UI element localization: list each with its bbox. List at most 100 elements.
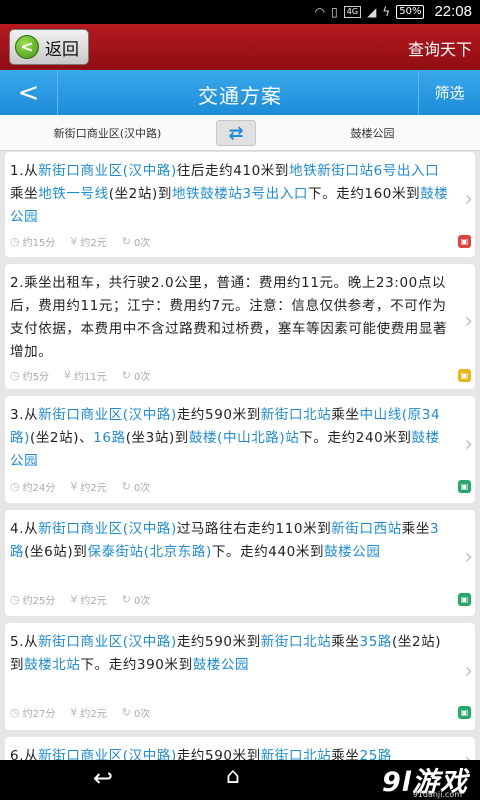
route-text: 下。走约390米到	[80, 657, 193, 673]
route-card[interactable]: 1.从新街口商业区(汉中路)往后走约410米到地铁新街口站6号出入口乘坐地铁一号…	[5, 152, 475, 257]
origin-label[interactable]: 新街口商业区(汉中路)	[0, 125, 215, 141]
route-text: 下。走约240米到	[299, 430, 412, 446]
route-text: 过马路往右走约110米到	[176, 521, 332, 537]
chevron-right-icon: ›	[464, 545, 473, 570]
route-text: (坐3站)到	[125, 430, 189, 446]
route-bar: 新街口商业区(汉中路) ⇄ 鼓楼公园	[0, 115, 480, 151]
route-text: 下。走约440米到	[211, 544, 325, 560]
chevron-right-icon: ›	[464, 432, 473, 457]
time-estimate: 约25分	[22, 596, 56, 607]
chevron-right-icon: ›	[464, 749, 473, 760]
route-place-link[interactable]: 鼓楼(中山北路)站	[189, 430, 299, 446]
transfer-icon: ↻	[121, 369, 131, 382]
transfer-icon: ↻	[121, 480, 131, 493]
route-text: 乘坐	[10, 186, 39, 202]
back-arrow-icon: <	[15, 35, 39, 59]
wifi-icon: ◠	[314, 4, 326, 19]
route-place-link[interactable]: 保泰街站(北京东路)	[87, 544, 212, 560]
route-place-link[interactable]: 新街口北站	[261, 407, 332, 423]
transfer-icon: ↻	[121, 593, 131, 606]
sim-icon: ▯	[331, 4, 338, 19]
fare-estimate: 约2元	[80, 238, 107, 249]
clock-icon: ◷	[10, 593, 20, 606]
fare-icon: ¥	[70, 480, 78, 493]
route-card[interactable]: 3.从新街口商业区(汉中路)走约590米到新街口北站乘坐中山线(原34路)(坐2…	[5, 396, 475, 503]
battery-level: 50%	[396, 4, 425, 19]
route-description: 6.从新街口商业区(汉中路)走约590米到新街口北站乘坐25路	[10, 745, 450, 760]
fare-icon: ¥	[63, 369, 71, 382]
route-text: (坐2站)到	[108, 186, 172, 202]
route-text: 1.从	[10, 163, 39, 179]
route-list[interactable]: 1.从新街口商业区(汉中路)往后走约410米到地铁新街口站6号出入口乘坐地铁一号…	[0, 151, 480, 760]
clock: 22:08	[434, 3, 472, 20]
time-estimate: 约27分	[22, 709, 56, 720]
title-bar: < 交通方案 筛选	[0, 70, 480, 115]
back-button[interactable]: < 返回	[9, 29, 89, 65]
route-text: 往后走约410米到	[176, 163, 289, 179]
route-description: 3.从新街口商业区(汉中路)走约590米到新街口北站乘坐中山线(原34路)(坐2…	[10, 404, 450, 473]
bus-icon: ▣	[458, 593, 471, 606]
route-meta: ◷ 约25分 ¥ 约2元 ↻ 0次	[10, 592, 150, 607]
fare-estimate: 约11元	[73, 372, 107, 383]
transfer-icon: ↻	[121, 235, 131, 248]
route-place-link[interactable]: 地铁一号线	[38, 186, 109, 202]
route-place-link[interactable]: 35路	[360, 634, 392, 650]
route-place-link[interactable]: 16路	[93, 430, 125, 446]
route-text: 走约590米到	[176, 748, 261, 760]
route-text: (坐2站)、	[29, 430, 94, 446]
route-place-link[interactable]: 25路	[360, 748, 392, 760]
route-place-link[interactable]: 地铁新街口站6号出入口	[289, 163, 439, 179]
query-world-link[interactable]: 查询天下	[408, 36, 472, 60]
route-text: 2.乘坐出租车，共行驶2.0公里，普通：费用约11元。晚上23:00点以后，费用…	[10, 275, 448, 360]
status-bar: ◠ ▯ 4G ◢ ϟ 50% 22:08	[0, 0, 480, 24]
route-place-link[interactable]: 新街口商业区(汉中路)	[38, 407, 177, 423]
clock-icon: ◷	[10, 235, 20, 248]
route-place-link[interactable]: 新街口西站	[331, 521, 402, 537]
route-text: 4.从	[10, 521, 39, 537]
status-icons: ◠ ▯ 4G ◢ ϟ 50% 22:08	[315, 3, 472, 20]
route-text: 5.从	[10, 634, 39, 650]
route-place-link[interactable]: 鼓楼公园	[193, 657, 249, 673]
system-nav-bar: ↩ ⌂ 9l游戏 91danji.com	[0, 760, 480, 800]
route-text: 走约590米到	[176, 407, 261, 423]
route-card[interactable]: 5.从新街口商业区(汉中路)走约590米到新街口北站乘坐35路(坐2站)到鼓楼北…	[5, 623, 475, 730]
fare-icon: ¥	[70, 593, 78, 606]
clock-icon: ◷	[10, 706, 20, 719]
charging-icon: ϟ	[382, 4, 391, 19]
transfer-count: 0次	[133, 372, 151, 383]
filter-button[interactable]: 筛选	[418, 70, 480, 115]
route-place-link[interactable]: 新街口北站	[261, 634, 332, 650]
route-text: 6.从	[10, 748, 39, 760]
route-place-link[interactable]: 新街口商业区(汉中路)	[38, 521, 177, 537]
route-card[interactable]: 2.乘坐出租车，共行驶2.0公里，普通：费用约11元。晚上23:00点以后，费用…	[5, 264, 475, 389]
route-card[interactable]: 4.从新街口商业区(汉中路)过马路往右走约110米到新街口西站乘坐3路(坐6站)…	[5, 510, 475, 616]
watermark-site: 91danji.com	[412, 790, 462, 799]
route-place-link[interactable]: 新街口商业区(汉中路)	[38, 634, 177, 650]
route-place-link[interactable]: 新街口商业区(汉中路)	[38, 748, 177, 760]
back-arrow-icon[interactable]: ↩	[93, 764, 113, 792]
route-description: 2.乘坐出租车，共行驶2.0公里，普通：费用约11元。晚上23:00点以后，费用…	[10, 272, 450, 364]
route-description: 5.从新街口商业区(汉中路)走约590米到新街口北站乘坐35路(坐2站)到鼓楼北…	[10, 631, 450, 677]
fare-icon: ¥	[70, 706, 78, 719]
route-card[interactable]: 6.从新街口商业区(汉中路)走约590米到新街口北站乘坐25路 ›	[5, 737, 475, 760]
transfer-count: 0次	[133, 483, 151, 494]
clock-icon: ◷	[10, 480, 20, 493]
time-estimate: 约15分	[22, 238, 56, 249]
route-description: 1.从新街口商业区(汉中路)往后走约410米到地铁新街口站6号出入口乘坐地铁一号…	[10, 160, 450, 229]
time-estimate: 约24分	[22, 483, 56, 494]
route-place-link[interactable]: 新街口商业区(汉中路)	[38, 163, 177, 179]
fare-icon: ¥	[70, 235, 78, 248]
route-place-link[interactable]: 新街口北站	[261, 748, 332, 760]
route-meta: ◷ 约24分 ¥ 约2元 ↻ 0次	[10, 479, 150, 494]
swap-button[interactable]: ⇄	[216, 120, 256, 146]
destination-label[interactable]: 鼓楼公园	[265, 125, 480, 141]
route-place-link[interactable]: 鼓楼北站	[24, 657, 80, 673]
route-place-link[interactable]: 鼓楼公园	[324, 544, 380, 560]
home-icon[interactable]: ⌂	[226, 764, 240, 789]
taxi-icon: ▣	[458, 369, 471, 382]
fare-estimate: 约2元	[80, 483, 107, 494]
signal-icon: ◢	[367, 4, 377, 19]
route-place-link[interactable]: 地铁鼓楼站3号出入口	[172, 186, 308, 202]
bus-icon: ▣	[458, 480, 471, 493]
transfer-icon: ↻	[121, 706, 131, 719]
